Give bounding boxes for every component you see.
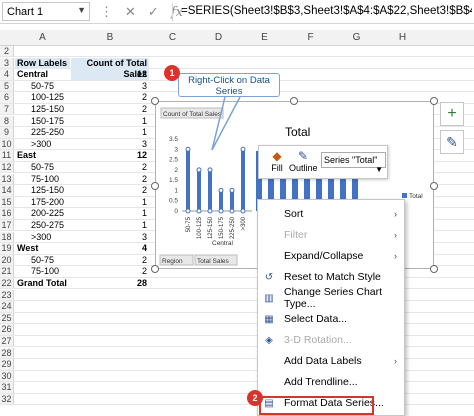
callout-pointer <box>211 96 241 151</box>
highlight-box <box>259 396 374 415</box>
step1-badge: 1 <box>164 65 180 81</box>
